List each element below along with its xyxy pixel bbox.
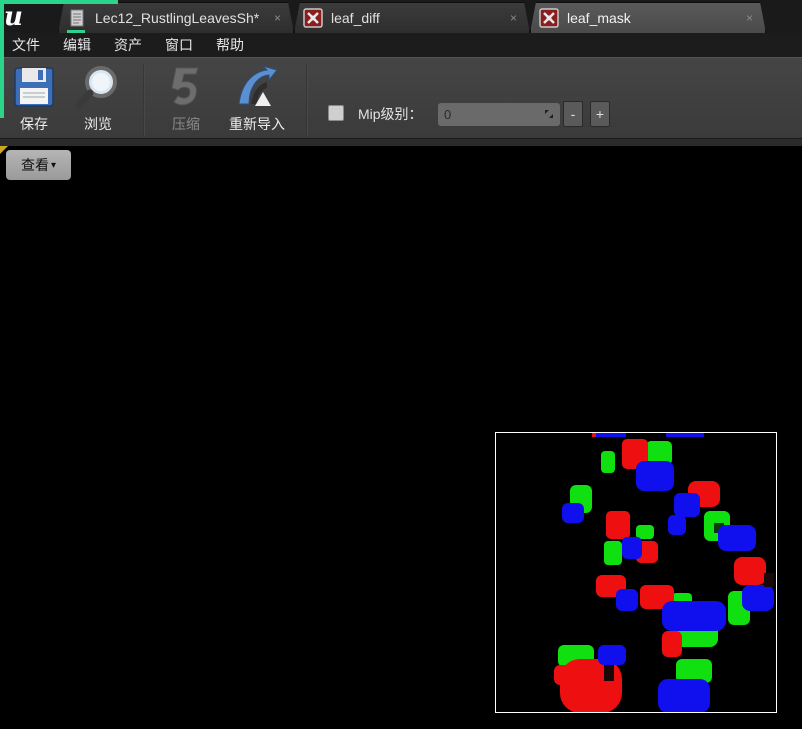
mip-decrease-button[interactable]: - <box>563 101 583 127</box>
view-menu-button[interactable]: 查看 ▾ <box>6 150 71 180</box>
tab-bar: u Lec12_RustlingLeavesSh* × leaf_diff × <box>0 0 802 34</box>
save-button[interactable]: 保存 <box>4 64 64 138</box>
menu-help[interactable]: 帮助 <box>204 33 255 57</box>
leaf-mask-texture <box>554 433 774 712</box>
tab-label: Lec12_RustlingLeavesSh* <box>95 10 260 26</box>
logo-glyph: u <box>4 1 23 32</box>
mip-level-label: Mip级别： <box>358 106 423 122</box>
browse-label: 浏览 <box>84 116 112 132</box>
accent-bar <box>0 0 118 4</box>
unreal-logo-icon[interactable]: u <box>0 0 55 33</box>
tab-label: leaf_diff <box>331 10 380 26</box>
compress-label: 压缩 <box>172 116 200 132</box>
reimport-label: 重新导入 <box>229 116 285 132</box>
mip-level-checkbox[interactable] <box>328 105 344 121</box>
chevron-down-icon: ▾ <box>50 159 57 171</box>
tab-leaf-mask[interactable]: leaf_mask × <box>530 2 766 33</box>
document-icon <box>67 8 87 28</box>
save-label: 保存 <box>20 116 48 132</box>
reimport-button[interactable]: 重新导入 <box>227 64 287 138</box>
tab-leaf-diff[interactable]: leaf_diff × <box>294 2 530 33</box>
menu-edit[interactable]: 编辑 <box>51 33 102 57</box>
mip-level-input[interactable]: 0 <box>438 103 560 126</box>
menu-bar: 文件 编辑 资产 窗口 帮助 <box>0 33 802 57</box>
browse-button[interactable]: 浏览 <box>68 64 128 138</box>
menu-window[interactable]: 窗口 <box>153 33 204 57</box>
accent-bar-vertical <box>0 0 4 118</box>
toolbar-separator <box>306 64 308 136</box>
compress-icon <box>162 64 210 110</box>
tab-lec12-material[interactable]: Lec12_RustlingLeavesSh* × <box>58 2 294 33</box>
texture-preview <box>495 432 777 713</box>
toolbar-separator <box>143 64 145 136</box>
close-icon[interactable]: × <box>274 11 281 25</box>
menu-asset[interactable]: 资产 <box>102 33 153 57</box>
texture-icon <box>303 8 323 28</box>
texture-icon <box>539 8 559 28</box>
mip-increase-button[interactable]: + <box>590 101 610 127</box>
mip-level-value: 0 <box>444 107 452 122</box>
save-icon <box>10 64 58 110</box>
close-icon[interactable]: × <box>510 11 517 25</box>
menu-file[interactable]: 文件 <box>0 33 51 57</box>
compress-button[interactable]: 压缩 <box>156 64 216 138</box>
resize-grip-icon <box>545 110 553 118</box>
close-icon[interactable]: × <box>746 11 753 25</box>
toolbar: 保存 浏览 压缩 重新导入 <box>0 57 802 142</box>
view-menu-label: 查看 <box>20 157 49 173</box>
reimport-icon <box>233 64 281 110</box>
magnifier-icon <box>74 64 122 110</box>
tab-label: leaf_mask <box>567 10 631 26</box>
